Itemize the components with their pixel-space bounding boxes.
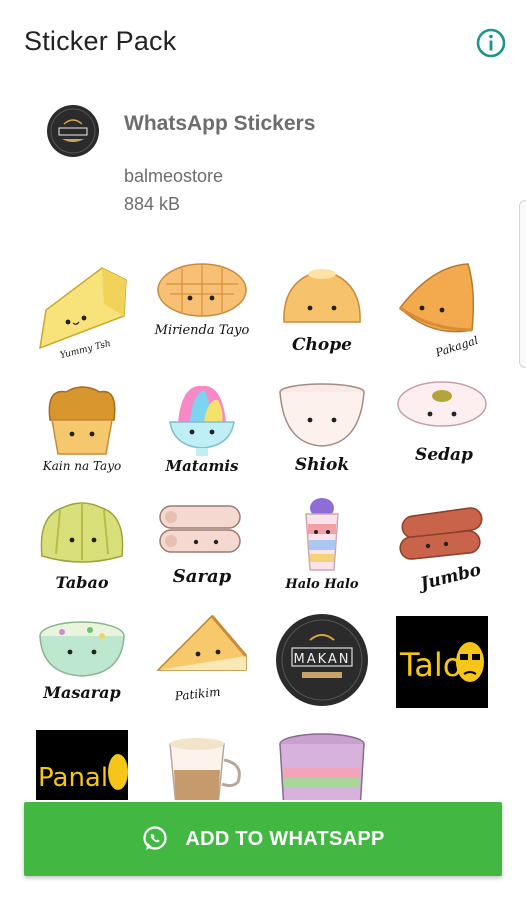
sticker-label: Masarap: [42, 683, 120, 702]
sticker-shiok[interactable]: Shiok: [272, 378, 372, 478]
sticker-label: Sarap: [173, 566, 232, 587]
sticker-yummy-tsh[interactable]: Yummy Tsh: [32, 260, 132, 360]
sticker-panalo[interactable]: Panalo: [32, 730, 132, 800]
sticker-halo-halo[interactable]: Halo Halo: [272, 496, 372, 596]
add-button-label: ADD TO WHATSAPP: [185, 827, 385, 850]
page-title: Sticker Pack: [24, 26, 177, 56]
pack-header: WhatsApp Stickers balmeostore 884 kB: [0, 86, 526, 236]
tray-icon: [46, 104, 100, 158]
sticker-label: Kain na Tayo: [42, 459, 121, 473]
sticker-label: Pakagal: [433, 334, 480, 360]
sticker-sarap[interactable]: Sarap: [152, 496, 252, 596]
sticker-label: Shiok: [295, 455, 349, 475]
sticker-masarap[interactable]: Masarap: [32, 612, 132, 712]
sticker-label: Mirienda Tayo: [154, 323, 250, 338]
sticker-label: Chope: [292, 335, 352, 355]
sticker-talo[interactable]: Talo: [392, 612, 492, 712]
sticker-mirienda-tayo[interactable]: Mirienda Tayo: [152, 260, 252, 360]
info-icon: [476, 28, 506, 58]
sticker-grid: Yummy Tsh Mirienda Tayo Chope Pakagal Ka…: [0, 254, 526, 800]
sticker-pakagal[interactable]: Pakagal: [392, 260, 492, 360]
sticker-patikim[interactable]: Patikim: [152, 612, 252, 712]
app-bar: Sticker Pack: [0, 0, 526, 86]
add-to-whatsapp-button[interactable]: ADD TO WHATSAPP: [24, 802, 502, 876]
sticker-matamis[interactable]: Matamis: [152, 378, 252, 478]
sticker-label: Talo: [399, 646, 462, 684]
sticker-label: Tabao: [56, 573, 109, 592]
sticker-label: Matamis: [165, 457, 240, 475]
sticker-sedap[interactable]: Sedap: [392, 378, 492, 478]
pack-name: WhatsApp Stickers: [124, 112, 316, 135]
sticker-label: Sedap: [415, 445, 473, 465]
whatsapp-icon: [143, 826, 167, 850]
sticker-label: Jumbo: [416, 560, 484, 595]
sticker-kain-na-tayo[interactable]: Kain na Tayo: [32, 378, 132, 478]
sticker-tabao[interactable]: Tabao: [32, 496, 132, 596]
sticker-chope[interactable]: Chope: [272, 260, 372, 360]
sticker-jumbo[interactable]: Jumbo: [392, 496, 492, 596]
sticker-ube-cup[interactable]: [272, 730, 372, 800]
pack-publisher: balmeostore: [124, 166, 224, 186]
info-button[interactable]: [474, 26, 508, 60]
sticker-label: Patikim: [173, 685, 221, 704]
pack-size: 884 kB: [124, 194, 181, 214]
sticker-label: MAKAN: [293, 652, 350, 667]
sticker-label: Yummy Tsh: [59, 339, 112, 360]
sticker-label: Halo Halo: [284, 577, 358, 592]
makan-logo-icon: [47, 105, 99, 157]
sticker-makan-logo[interactable]: MAKAN: [272, 612, 372, 712]
sticker-coffee[interactable]: [152, 730, 252, 800]
